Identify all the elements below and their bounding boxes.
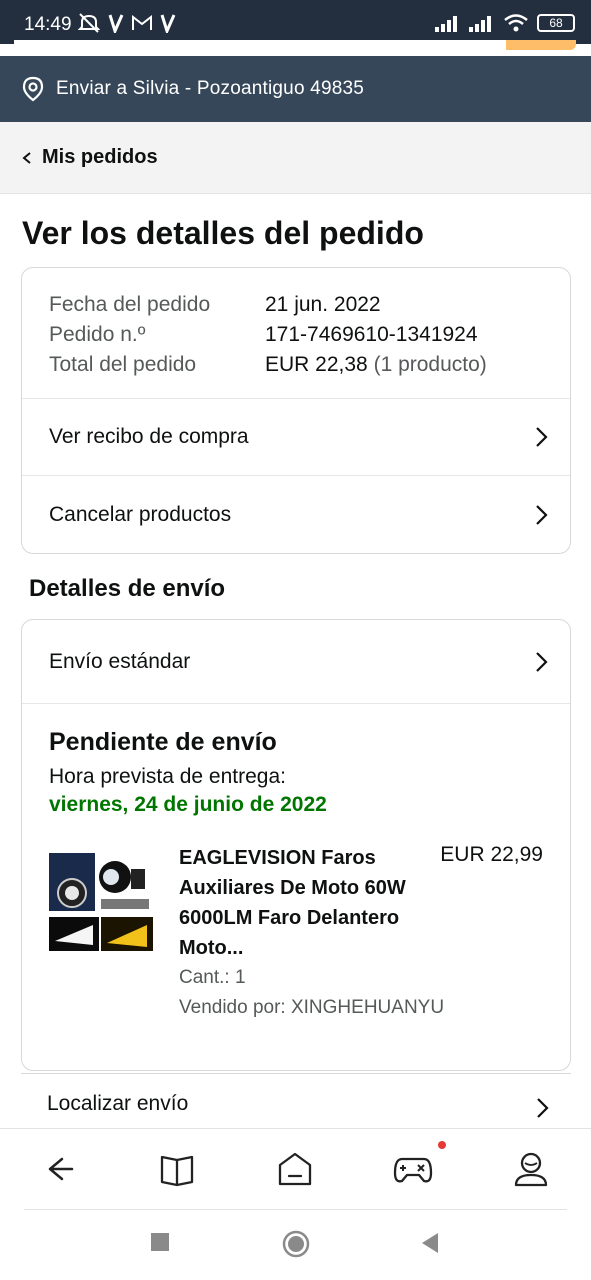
shipping-card: Envío estándar Pendiente de envío Hora p… [21,619,571,1071]
order-number-label: Pedido n.º [49,323,146,346]
deliver-to-bar[interactable]: Enviar a Silvia - Pozoantiguo 49835 [0,56,591,122]
shipping-section-title: Detalles de envío [29,575,226,602]
order-info: Fecha del pedido 21 jun. 2022 Pedido n.º… [22,268,570,399]
order-total-label: Total del pedido [49,353,197,376]
v-icon [108,14,124,33]
bottom-nav [0,1128,591,1210]
breadcrumb-label[interactable]: Mis pedidos [42,146,158,169]
track-shipment-label: Localizar envío [47,1091,189,1115]
signal-icon [435,16,457,32]
notification-dot [438,1141,446,1149]
order-total-row: Total del pedido EUR 22,38 (1 producto) [49,350,570,380]
deliver-to-text: Enviar a Silvia - Pozoantiguo 49835 [56,78,365,99]
view-receipt-label: Ver recibo de compra [49,425,249,448]
shipment-status: Pendiente de envío Hora prevista de entr… [22,704,570,1033]
order-number-row: Pedido n.º 171-7469610-1341924 [49,320,570,350]
status-bar: 14:49 68 [0,0,591,44]
signal-icon [469,16,491,32]
recent-apps-icon[interactable] [150,1232,170,1252]
order-number-value: 171-7469610-1341924 [265,323,478,346]
system-nav-bar [0,1210,591,1280]
track-shipment-link[interactable]: Localizar envío [21,1073,571,1133]
system-indicators: 68 [435,13,575,33]
chevron-right-icon [536,651,548,672]
order-date-row: Fecha del pedido 21 jun. 2022 [49,290,570,320]
shipping-method-label: Envío estándar [49,649,191,673]
page-title: Ver los detalles del pedido [22,215,424,251]
product-price: EUR 22,99 [440,843,543,866]
location-pin-icon [22,76,44,102]
cancel-products-label: Cancelar productos [49,502,232,526]
status-time: 14:49 [24,14,72,35]
shipment-status-title: Pendiente de envío [49,728,277,756]
order-date-label: Fecha del pedido [49,293,211,316]
v-icon [160,14,176,33]
order-summary-card: Fecha del pedido 21 jun. 2022 Pedido n.º… [21,267,571,554]
product-seller: Vendido por: XINGHEHUANYU [179,997,445,1018]
search-button-edge[interactable] [506,40,576,50]
breadcrumb[interactable]: Mis pedidos [0,122,591,194]
product-quantity: Cant.: 1 [179,967,246,988]
back-triangle-icon[interactable] [420,1232,440,1254]
profile-icon[interactable] [511,1149,551,1189]
chevron-right-icon [536,504,548,525]
gmail-icon [132,15,152,30]
book-icon[interactable] [157,1149,197,1189]
eta-date: viernes, 24 de junio de 2022 [49,793,327,816]
search-bar-edge[interactable] [14,40,576,50]
eta-label: Hora prevista de entrega: [49,765,286,788]
order-total-note: (1 producto) [373,353,487,376]
home-button-icon[interactable] [282,1230,310,1258]
chevron-left-icon [22,151,31,164]
mute-icon [78,13,100,33]
product-title[interactable]: EAGLEVISION Faros Auxiliares De Moto 60W… [179,843,419,963]
product-image[interactable] [49,853,153,951]
notification-icons [78,13,176,33]
battery-icon: 68 [537,14,575,32]
back-icon[interactable] [40,1149,80,1189]
wifi-icon [504,14,528,32]
gamepad-icon[interactable] [393,1149,433,1189]
shipping-method-link[interactable]: Envío estándar [22,620,570,704]
view-receipt-link[interactable]: Ver recibo de compra [22,399,570,476]
order-total-amount: EUR 22,38 [265,353,368,376]
home-icon[interactable] [275,1149,315,1189]
order-date-value: 21 jun. 2022 [265,293,381,316]
chevron-right-icon [537,1098,549,1118]
cancel-products-link[interactable]: Cancelar productos [22,476,570,553]
chevron-right-icon [536,427,548,447]
product-item[interactable]: EAGLEVISION Faros Auxiliares De Moto 60W… [49,843,543,1033]
order-total-value: EUR 22,38 (1 producto) [265,350,487,380]
